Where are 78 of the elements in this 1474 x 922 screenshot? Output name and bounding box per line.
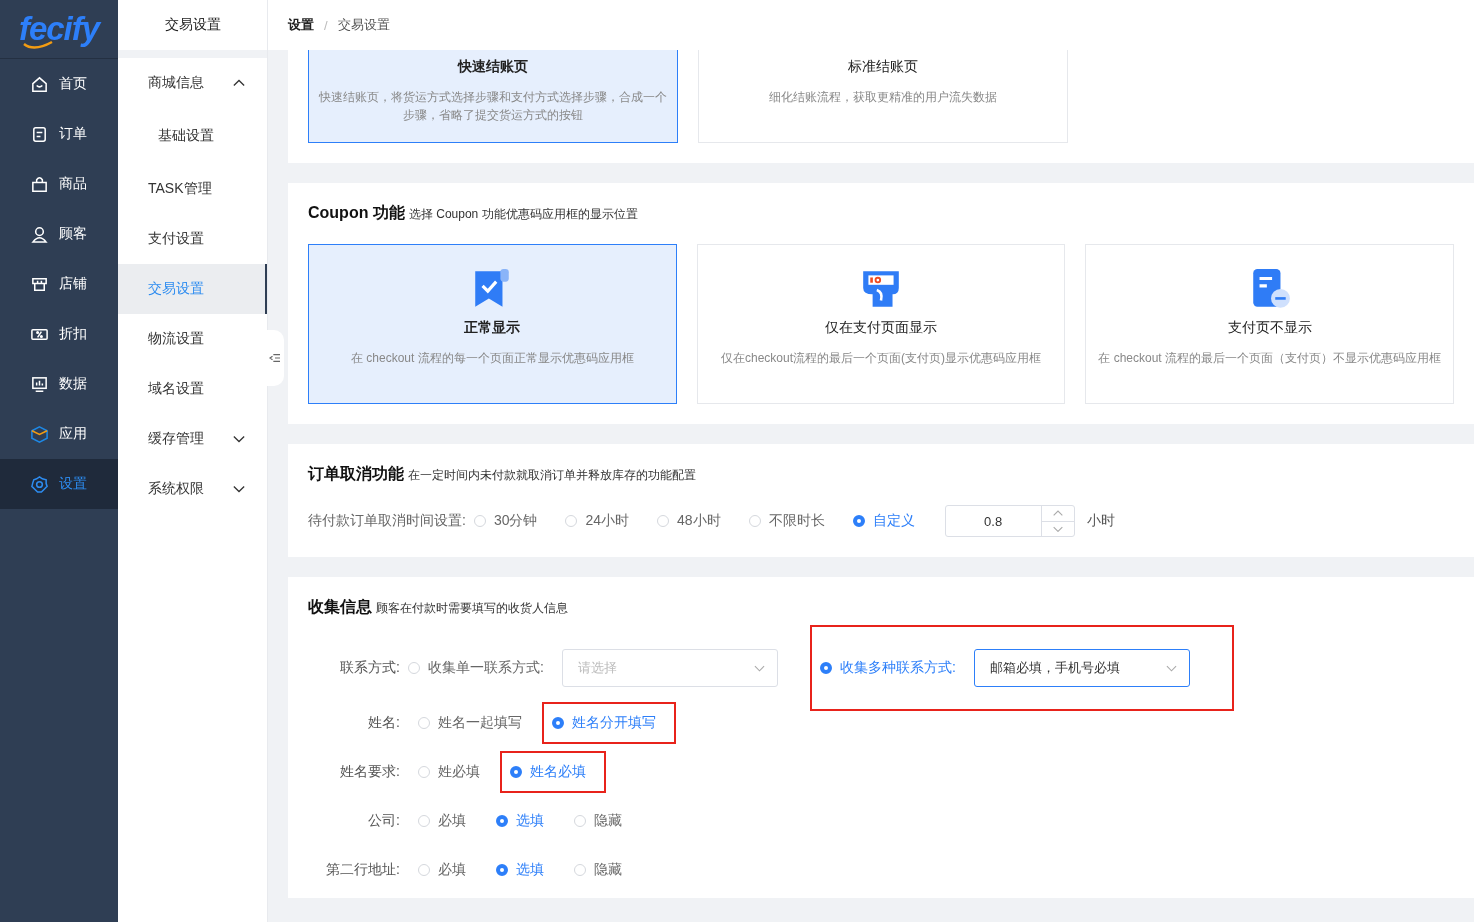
submenu-item[interactable]: 域名设置 (118, 364, 267, 414)
option-card[interactable]: 正常显示 在 checkout 流程的每一个页面正常显示优惠码应用框 (308, 244, 677, 404)
card-description: 在 checkout 流程的最后一个页面（支付页）不显示优惠码应用框 (1098, 350, 1442, 367)
field-label: 公司: (367, 811, 400, 830)
nav-item[interactable]: 店铺 (0, 259, 118, 309)
option-card[interactable]: 仅在支付页面显示 仅在checkout流程的最后一个页面(支付页)显示优惠码应用框 (696, 244, 1066, 404)
submenu-item[interactable]: 系统权限 (118, 464, 267, 514)
number-input[interactable]: 0.8 (944, 505, 1075, 537)
radio-option[interactable]: 48小时 (657, 512, 721, 530)
submenu-item[interactable]: 缓存管理 (118, 414, 267, 464)
card-description: 快速结账页，将货运方式选择步骤和支付方式选择步骤，合成一个步骤，省略了提交货运方式的按钮 (319, 89, 667, 124)
nav-item[interactable]: 订单 (0, 109, 118, 159)
card-title: 仅在支付页面显示 (825, 319, 937, 337)
doc-icon (30, 124, 49, 144)
settings-icon (30, 474, 49, 494)
nav-item[interactable]: 应用 (0, 409, 118, 459)
radio-option[interactable]: 收集单一联系方式: (408, 659, 544, 677)
radio-option[interactable]: 24小时 (565, 512, 630, 530)
section-title: 收集信息 (308, 597, 372, 617)
card-title: 标准结账页 (848, 58, 918, 76)
nav-item[interactable]: 顾客 (0, 209, 118, 259)
card-title: 支付页不显示 (1227, 319, 1312, 337)
caret-icon (1165, 664, 1177, 672)
radio-option[interactable]: 姓必填 (418, 762, 480, 781)
nav-item[interactable]: 数据 (0, 359, 118, 409)
nav-item[interactable]: 折扣 (0, 309, 118, 359)
unit-label: 小时 (1086, 512, 1115, 530)
section-subtitle: 顾客在付款时需要填写的收货人信息 (376, 600, 568, 617)
card-title: 正常显示 (464, 319, 521, 337)
submenu-item[interactable]: 商城信息 (118, 58, 267, 108)
radio-option[interactable]: 姓名一起填写 (418, 713, 522, 732)
option-card[interactable]: 快速结账页 快速结账页，将货运方式选择步骤和支付方式选择步骤，合成一个步骤，省略了提交货运方式的按钮 (308, 50, 678, 143)
section-title: Coupon 功能 (308, 203, 405, 223)
card-description: 仅在checkout流程的最后一个页面(支付页)显示优惠码应用框 (721, 350, 1041, 367)
field-label: 待付款订单取消时间设置: (308, 512, 466, 530)
section-subtitle: 在一定时间内未付款就取消订单并释放库存的功能配置 (408, 467, 696, 484)
field-label: 联系方式: (339, 659, 400, 677)
option-card[interactable]: 标准结账页 细化结账流程，获取更精准的用户流失数据 (698, 50, 1068, 143)
breadcrumb-separator: / (324, 17, 328, 33)
breadcrumb-item[interactable]: 设置 (288, 16, 314, 34)
collapse-icon (269, 353, 281, 363)
bag-icon (30, 174, 49, 194)
radio-option[interactable]: 必填 (418, 811, 466, 830)
radio-option[interactable]: 自定义 (852, 512, 915, 530)
chart-icon (30, 374, 49, 394)
select-field[interactable]: 邮箱必填，手机号必填 (973, 649, 1190, 687)
radio-option[interactable]: 隐藏 (574, 811, 622, 830)
submenu-item[interactable]: TASK管理 (118, 164, 267, 214)
radio-option[interactable]: 必填 (418, 860, 466, 879)
radio-option[interactable]: 隐藏 (574, 860, 622, 879)
nav-item[interactable]: 首页 (0, 59, 118, 109)
nav-item[interactable]: 商品 (0, 159, 118, 209)
card-description: 在 checkout 流程的每一个页面正常显示优惠码应用框 (351, 350, 634, 367)
radio-option[interactable]: 姓名分开填写 (552, 713, 656, 732)
card-description: 细化结账流程，获取更精准的用户流失数据 (769, 89, 997, 106)
box-icon (30, 424, 49, 444)
radio-option[interactable]: 不限时长 (748, 512, 825, 530)
field-label: 姓名: (367, 713, 400, 732)
radio-option[interactable]: 收集多种联系方式: (819, 659, 956, 677)
radio-option[interactable]: 选填 (496, 860, 544, 879)
section-subtitle: 选择 Coupon 功能优惠码应用框的显示位置 (408, 206, 638, 223)
user-icon (30, 224, 49, 244)
field-label: 姓名要求: (339, 762, 400, 781)
radio-option[interactable]: 30分钟 (473, 512, 538, 530)
radio-option[interactable]: 姓名必填 (510, 762, 586, 781)
submenu-item[interactable]: 基础设置 (118, 108, 267, 164)
nav-item[interactable]: 设置 (0, 459, 118, 509)
option-card[interactable]: 支付页不显示 在 checkout 流程的最后一个页面（支付页）不显示优惠码应用框 (1085, 244, 1454, 404)
submenu-item[interactable]: 支付设置 (118, 214, 267, 264)
radio-option[interactable]: 选填 (496, 811, 544, 830)
card-title: 快速结账页 (458, 58, 528, 76)
field-label: 第二行地址: (325, 860, 400, 879)
breadcrumb-item: 交易设置 (337, 16, 390, 34)
caret-icon (753, 664, 765, 672)
home-icon (30, 74, 49, 94)
section-title: 订单取消功能 (308, 464, 404, 484)
submenu-item[interactable]: 物流设置 (118, 314, 267, 364)
collapse-handle[interactable] (266, 330, 284, 386)
